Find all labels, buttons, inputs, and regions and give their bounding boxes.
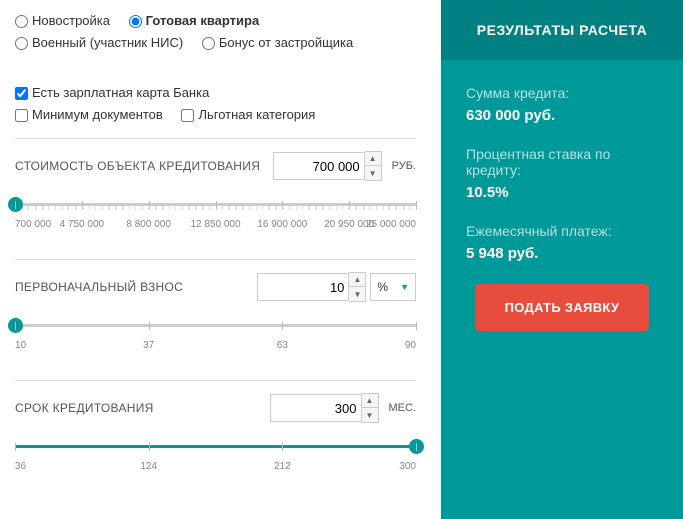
check-salary-card[interactable]: Есть зарплатная карта Банка [15, 82, 209, 104]
radio-new-build[interactable]: Новостройка [15, 10, 110, 32]
submit-button[interactable]: ПОДАТЬ ЗАЯВКУ [475, 284, 650, 331]
cost-input[interactable] [273, 152, 365, 180]
down-input[interactable] [257, 273, 349, 301]
rate-label: Процентная ставка по кредиту: [466, 146, 658, 178]
chevron-down-icon[interactable]: ▼ [365, 166, 381, 180]
chevron-down-icon[interactable]: ▼ [362, 408, 378, 422]
down-label: ПЕРВОНАЧАЛЬНЫЙ ВЗНОС [15, 280, 257, 294]
monthly-value: 5 948 руб. [466, 245, 658, 262]
down-unit-select[interactable]: % ▼ [370, 273, 416, 301]
chevron-up-icon[interactable]: ▲ [362, 394, 378, 408]
term-label: СРОК КРЕДИТОВАНИЯ [15, 401, 270, 415]
chevron-up-icon[interactable]: ▲ [365, 152, 381, 166]
options-checks: Есть зарплатная карта Банка Минимум доку… [15, 82, 416, 126]
results-header: РЕЗУЛЬТАТЫ РАСЧЕТА [441, 0, 683, 60]
divider [15, 259, 416, 260]
check-min-docs[interactable]: Минимум документов [15, 104, 163, 126]
term-spinner[interactable]: ▲▼ [362, 393, 379, 423]
radio-bonus[interactable]: Бонус от застройщика [202, 32, 353, 54]
divider [15, 138, 416, 139]
rate-value: 10.5% [466, 184, 658, 201]
divider [15, 380, 416, 381]
term-unit: МЕС. [389, 402, 417, 414]
amount-value: 630 000 руб. [466, 107, 658, 124]
chevron-up-icon[interactable]: ▲ [349, 273, 365, 287]
chevron-down-icon[interactable]: ▼ [349, 287, 365, 301]
down-spinner[interactable]: ▲▼ [349, 272, 366, 302]
check-privileged[interactable]: Льготная категория [181, 104, 315, 126]
calculator-panel: Новостройка Готовая квартира Военный (уч… [0, 0, 441, 519]
cost-unit: РУБ. [392, 160, 416, 172]
cost-slider[interactable]: 700 0004 750 0008 800 00012 850 00016 90… [15, 195, 416, 231]
results-panel: РЕЗУЛЬТАТЫ РАСЧЕТА Сумма кредита: 630 00… [441, 0, 683, 519]
radio-ready-flat[interactable]: Готовая квартира [129, 10, 260, 32]
term-input[interactable] [270, 394, 362, 422]
amount-label: Сумма кредита: [466, 85, 658, 101]
property-type-group: Новостройка Готовая квартира Военный (уч… [15, 10, 416, 54]
term-slider[interactable]: 36124212300 [15, 437, 416, 473]
radio-military[interactable]: Военный (участник НИС) [15, 32, 183, 54]
chevron-down-icon: ▼ [400, 282, 409, 292]
monthly-label: Ежемесячный платеж: [466, 223, 658, 239]
cost-spinner[interactable]: ▲▼ [365, 151, 382, 181]
cost-label: СТОИМОСТЬ ОБЪЕКТА КРЕДИТОВАНИЯ [15, 159, 273, 173]
down-slider[interactable]: 10376390 [15, 316, 416, 352]
